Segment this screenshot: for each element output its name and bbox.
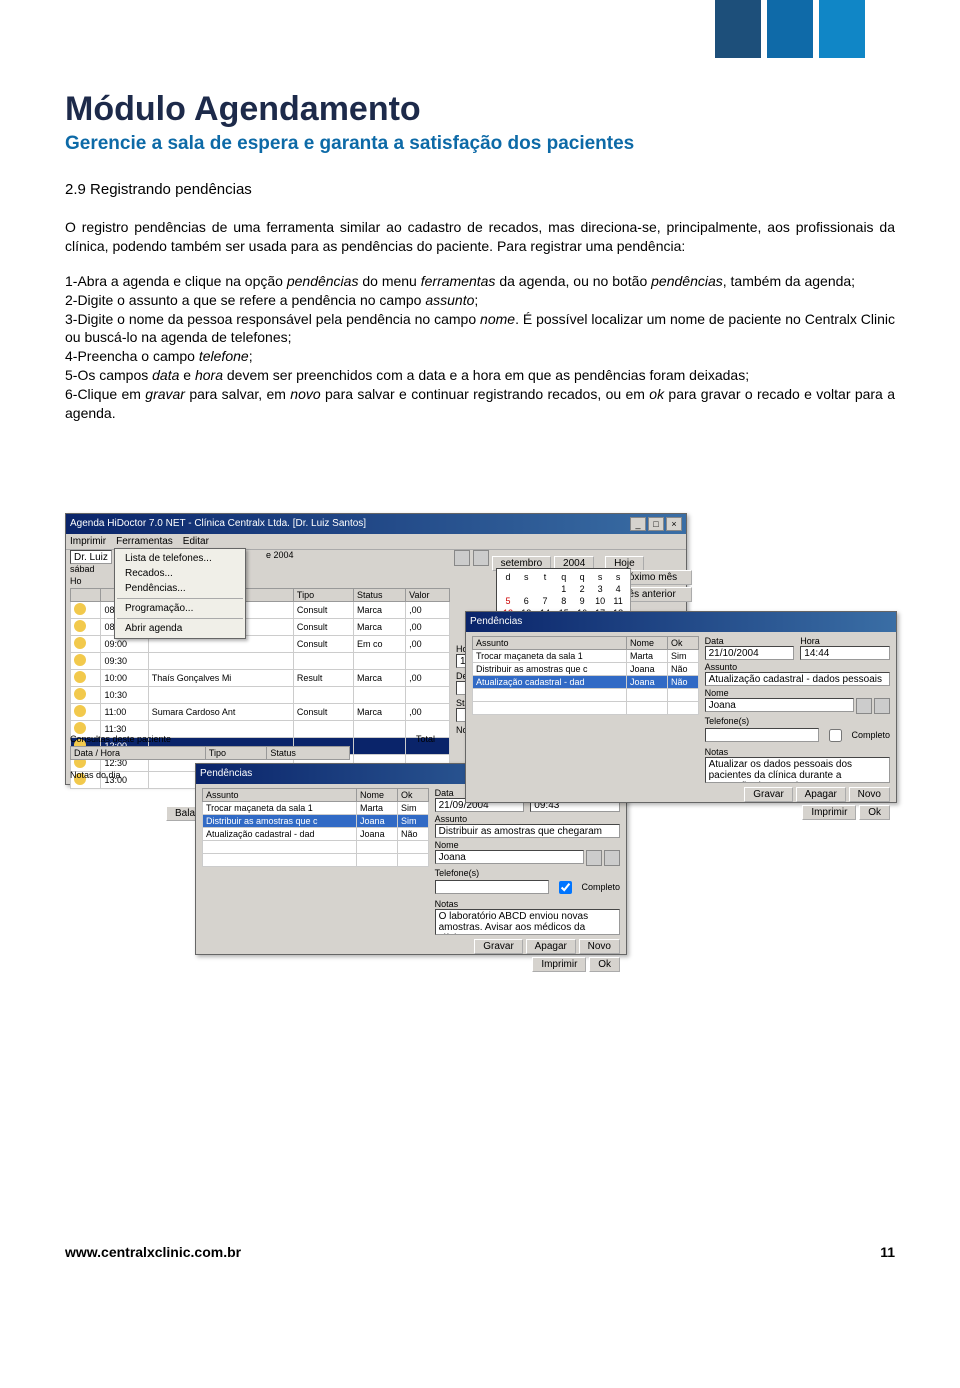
hour-col-label: Ho (70, 576, 112, 586)
nome-label: Nome (435, 840, 620, 850)
notas-field[interactable]: Atualizar os dados pessoais dos paciente… (705, 757, 890, 783)
step-2: 2-Digite o assunto a que se refere a pen… (65, 291, 895, 310)
telefone-label: Telefone(s) (705, 716, 890, 726)
ok-button[interactable]: Ok (589, 957, 620, 972)
pendencias-window-small: Pendências AssuntoNomeOk Trocar maçaneta… (465, 611, 897, 803)
page-subtitle: Gerencie a sala de espera e garanta a sa… (65, 133, 895, 155)
nome-field[interactable]: Joana (705, 698, 854, 712)
assunto-label: Assunto (705, 662, 890, 672)
completo-checkbox[interactable] (559, 881, 572, 894)
close-icon[interactable]: × (666, 517, 682, 531)
consultas-label: Consultas deste paciente (70, 734, 171, 744)
day-label: sábad (70, 564, 112, 574)
pend-small-titlebar[interactable]: Pendências (466, 612, 896, 632)
completo-label: Completo (851, 730, 890, 740)
search-icon[interactable] (856, 698, 872, 714)
face-icon (74, 637, 86, 649)
notas-label: Notas (435, 899, 620, 909)
maximize-icon[interactable]: □ (648, 517, 664, 531)
imprimir-button[interactable]: Imprimir (532, 957, 586, 972)
face-icon (74, 603, 86, 615)
nome-field[interactable]: Joana (435, 850, 584, 864)
step-6: 6-Clique em gravar para salvar, em novo … (65, 385, 895, 423)
table-row[interactable]: Atualização cadastral - dadJoanaNão (203, 827, 429, 840)
step-3: 3-Digite o nome da pessoa responsável pe… (65, 310, 895, 348)
completo-label: Completo (581, 882, 620, 892)
apagar-button[interactable]: Apagar (526, 939, 576, 954)
completo-checkbox[interactable] (829, 729, 842, 742)
footer-page-number: 11 (880, 1244, 895, 1260)
gravar-button[interactable]: Gravar (474, 939, 523, 954)
menu-editar[interactable]: Editar (183, 536, 209, 547)
header-color-bars (715, 0, 865, 58)
cal-year-label: e 2004 (266, 550, 294, 560)
telefone-label: Telefone(s) (435, 868, 620, 878)
table-row[interactable]: Trocar maçaneta da sala 1MartaSim (203, 801, 429, 814)
step-1: 1-Abra a agenda e clique na opção pendên… (65, 272, 895, 291)
table-row[interactable]: Atualização cadastral - dadJoanaNão (473, 675, 699, 688)
table-row[interactable]: 09:30 (71, 652, 450, 669)
assunto-field[interactable]: Distribuir as amostras que chegaram (435, 824, 620, 838)
page-title: Módulo Agendamento (65, 90, 895, 129)
apagar-button[interactable]: Apagar (796, 787, 846, 802)
minimize-icon[interactable]: _ (630, 517, 646, 531)
face-icon (74, 671, 86, 683)
table-row[interactable]: Trocar maçaneta da sala 1MartaSim (473, 649, 699, 662)
table-row[interactable]: Distribuir as amostras que cJoanaNão (473, 662, 699, 675)
dropdown-lista-telefones[interactable]: Lista de telefones... (115, 551, 245, 566)
face-icon (74, 620, 86, 632)
ok-button[interactable]: Ok (859, 805, 890, 820)
pend-large-table: AssuntoNomeOk Trocar maçaneta da sala 1M… (202, 788, 429, 867)
table-row[interactable]: 10:00Thaís Gonçalves MiResultMarca,00 (71, 669, 450, 686)
data-field[interactable]: 21/10/2004 (705, 646, 795, 660)
data-label: Data (705, 636, 795, 646)
notas-label: Notas (705, 747, 890, 757)
contacts-icon[interactable] (604, 850, 620, 866)
face-icon (74, 705, 86, 717)
hora-field[interactable]: 14:44 (800, 646, 890, 660)
face-icon (74, 688, 86, 700)
dropdown-recados[interactable]: Recados... (115, 566, 245, 581)
nav-back-icon[interactable] (454, 550, 470, 566)
novo-button[interactable]: Novo (579, 939, 620, 954)
dropdown-programacao[interactable]: Programação... (115, 601, 245, 616)
table-row[interactable]: 10:30 (71, 686, 450, 703)
agenda-titlebar[interactable]: Agenda HiDoctor 7.0 NET - Clínica Centra… (66, 514, 686, 534)
section-heading: 2.9 Registrando pendências (65, 181, 895, 198)
telefone-field[interactable] (435, 880, 550, 894)
intro-paragraph: O registro pendências de uma ferramenta … (65, 218, 895, 256)
table-row[interactable]: 11:00Sumara Cardoso AntConsultMarca,00 (71, 703, 450, 720)
face-icon (74, 654, 86, 666)
step-4: 4-Preencha o campo telefone; (65, 347, 895, 366)
menu-imprimir[interactable]: Imprimir (70, 536, 106, 547)
novo-button[interactable]: Novo (849, 787, 890, 802)
imprimir-button[interactable]: Imprimir (802, 805, 856, 820)
dropdown-abrir-agenda[interactable]: Abrir agenda (115, 621, 245, 636)
notas-dia-label: Notas do dia (70, 770, 121, 780)
notas-field[interactable]: O laboratório ABCD enviou novas amostras… (435, 909, 620, 935)
dropdown-pendencias[interactable]: Pendências... (115, 581, 245, 596)
nome-label: Nome (705, 688, 890, 698)
assunto-field[interactable]: Atualização cadastral - dados pessoais (705, 672, 890, 686)
doctor-select[interactable]: Dr. Luiz (70, 550, 112, 564)
page-footer: www.centralxclinic.com.br 11 (65, 1244, 895, 1260)
hora-label: Hora (800, 636, 890, 646)
pend-small-table: AssuntoNomeOk Trocar maçaneta da sala 1M… (472, 636, 699, 715)
face-icon (74, 722, 86, 734)
menu-ferramentas[interactable]: Ferramentas (116, 536, 173, 547)
step-5: 5-Os campos data e hora devem ser preenc… (65, 366, 895, 385)
telefone-field[interactable] (705, 728, 820, 742)
footer-url: www.centralxclinic.com.br (65, 1244, 241, 1260)
gravar-button[interactable]: Gravar (744, 787, 793, 802)
search-icon[interactable] (586, 850, 602, 866)
table-row[interactable]: Distribuir as amostras que cJoanaSim (203, 814, 429, 827)
contacts-icon[interactable] (874, 698, 890, 714)
calendar-icon[interactable] (473, 550, 489, 566)
ferramentas-dropdown: Lista de telefones... Recados... Pendênc… (114, 548, 246, 639)
total-label: Total (416, 734, 435, 744)
